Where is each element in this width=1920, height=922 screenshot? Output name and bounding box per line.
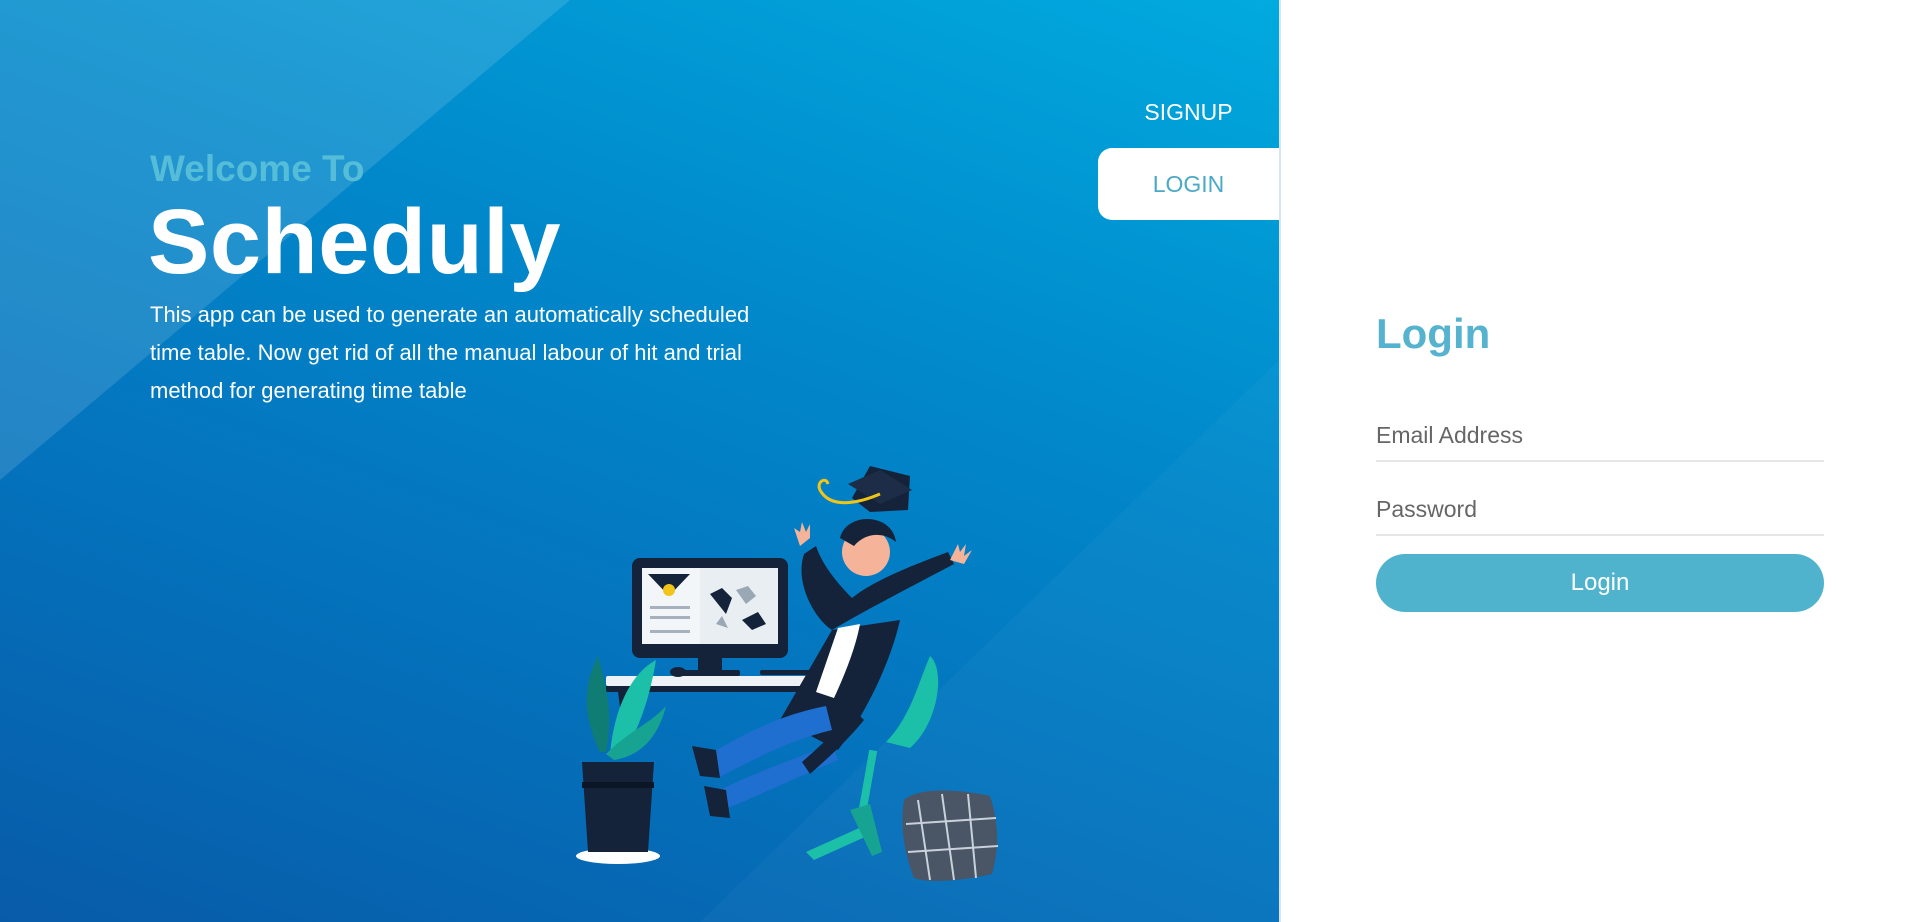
graduate-celebrating-illustration xyxy=(576,466,999,881)
tab-login[interactable]: LOGIN xyxy=(1098,148,1279,220)
graduation-cap-icon xyxy=(817,466,912,512)
monitor-icon xyxy=(632,558,788,676)
tab-signup[interactable]: SIGNUP xyxy=(1098,88,1279,136)
login-page: Welcome To Scheduly This app can be used… xyxy=(0,0,1920,922)
login-button[interactable]: Login xyxy=(1376,554,1824,612)
brand-title: Scheduly xyxy=(148,191,562,293)
cushion-icon xyxy=(902,790,999,881)
welcome-heading: Welcome To xyxy=(150,148,365,189)
hero-panel: Welcome To Scheduly This app can be used… xyxy=(0,0,1279,922)
email-field[interactable] xyxy=(1376,410,1824,462)
login-form-title: Login xyxy=(1376,310,1491,357)
login-form-panel: Login Login xyxy=(1281,0,1920,922)
password-field[interactable] xyxy=(1376,484,1824,536)
app-description: This app can be used to generate an auto… xyxy=(150,302,750,403)
